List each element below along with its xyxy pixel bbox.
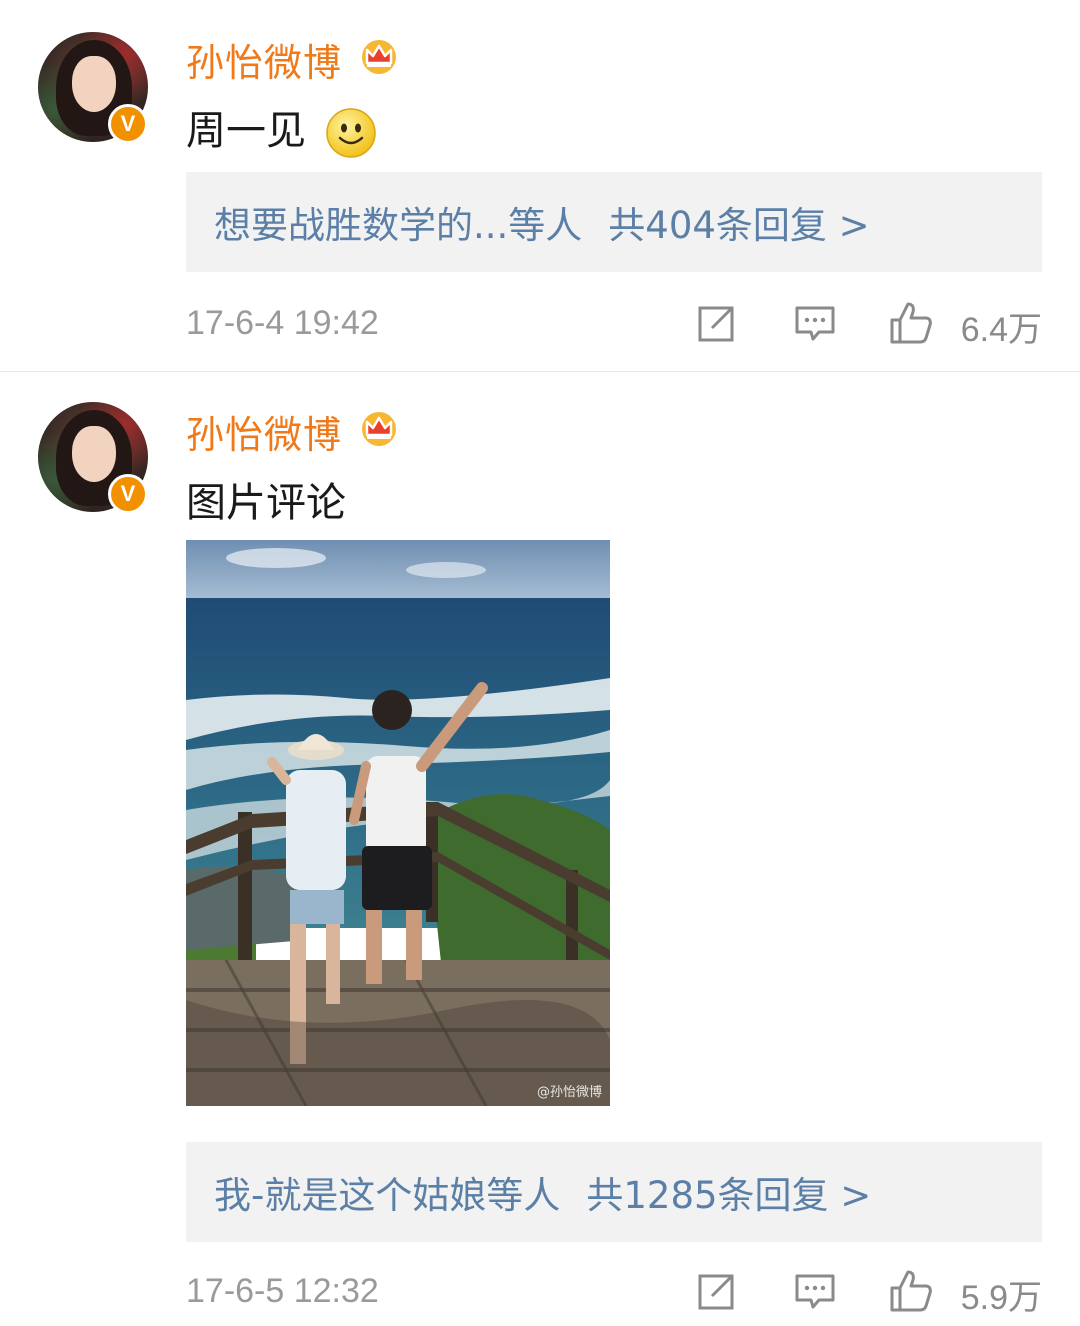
comment-text: 周一见 xyxy=(186,98,377,159)
verified-badge-icon: V xyxy=(108,104,148,144)
photo-watermark: @孙怡微博 xyxy=(536,1085,602,1100)
reply-count: 共404条回复 > xyxy=(608,204,870,247)
thumbs-up-icon[interactable] xyxy=(888,1268,934,1314)
verified-badge-icon: V xyxy=(108,474,148,514)
like-count: 6.4万 xyxy=(960,311,1042,349)
reply-count: 共1285条回复 > xyxy=(586,1174,872,1217)
avatar-face xyxy=(72,56,116,112)
thumbs-up-icon[interactable] xyxy=(888,300,934,346)
comment-photo[interactable]: @孙怡微博 xyxy=(186,540,610,1106)
avatar[interactable]: V xyxy=(38,32,148,144)
crown-icon xyxy=(362,40,396,74)
timestamp: 17-6-5 12:32 xyxy=(186,1272,379,1310)
reply-summary-link[interactable]: 想要战胜数学的...等人 共404条回复 > xyxy=(186,172,1042,272)
reply-authors: 我-就是这个姑娘等人 xyxy=(214,1174,561,1217)
reply-authors: 想要战胜数学的...等人 xyxy=(214,204,583,247)
username[interactable]: 孙怡微博 xyxy=(186,404,342,459)
share-icon[interactable] xyxy=(694,1268,740,1314)
comment-text-content: 周一见 xyxy=(186,108,306,154)
reply-summary-link[interactable]: 我-就是这个姑娘等人 共1285条回复 > xyxy=(186,1142,1042,1242)
avatar[interactable]: V xyxy=(38,402,148,514)
comment-item: V 孙怡微博 周一见 想要战胜数学的...等人 共404条回复 > 17-6-4… xyxy=(0,0,1080,372)
comment-meta: 17-6-5 12:32 5.9万 xyxy=(186,1262,1042,1322)
timestamp: 17-6-4 19:42 xyxy=(186,304,379,342)
share-icon[interactable] xyxy=(694,300,740,346)
like-count: 5.9万 xyxy=(960,1279,1042,1317)
username[interactable]: 孙怡微博 xyxy=(186,32,342,87)
comment-icon[interactable] xyxy=(792,1268,838,1314)
comment-text: 图片评论 xyxy=(186,480,346,526)
comment-icon[interactable] xyxy=(792,300,838,346)
comment-item: V 孙怡微博 图片评论 @孙怡微博 我-就是这个姑娘等人 共1285条回复 > … xyxy=(0,372,1080,1326)
avatar-face xyxy=(72,426,116,482)
crown-icon xyxy=(362,412,396,446)
smiley-emoji-icon xyxy=(325,108,376,158)
photo-image xyxy=(186,540,610,1106)
comment-meta: 17-6-4 19:42 6.4万 xyxy=(186,294,1042,354)
